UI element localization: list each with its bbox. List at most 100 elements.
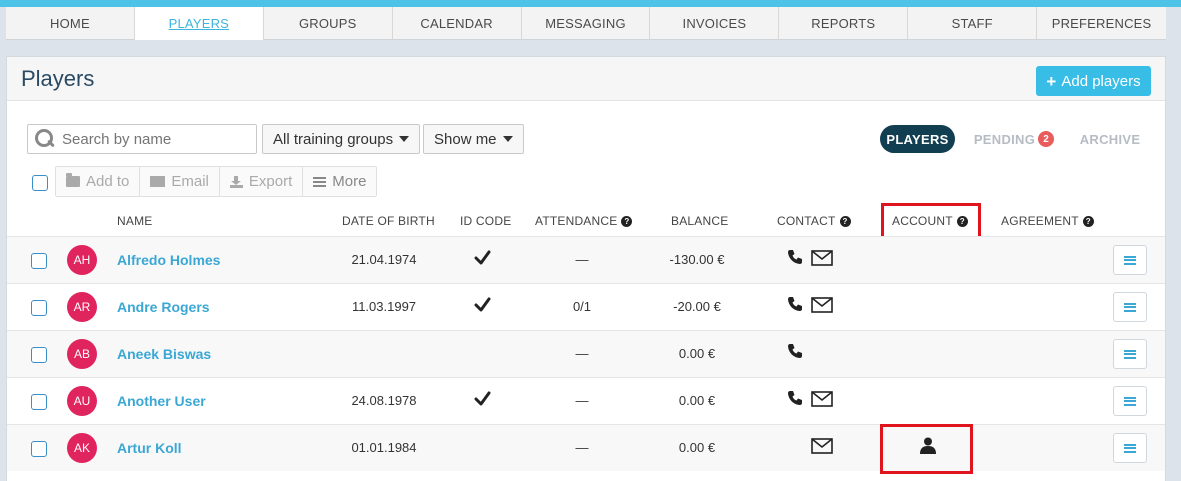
pending-count-badge: 2	[1038, 131, 1055, 147]
bars-icon	[313, 176, 327, 187]
row-checkbox[interactable]	[31, 441, 47, 457]
player-name-link[interactable]: Andre Rogers	[117, 299, 210, 315]
column-agreement-label: AGREEMENT	[1001, 214, 1079, 228]
top-accent-strip	[0, 0, 1181, 7]
highlight-account-cell	[880, 424, 973, 474]
hamburger-icon	[1124, 349, 1136, 359]
attendance-cell: —	[575, 440, 589, 455]
player-name-link[interactable]: Aneek Biswas	[117, 346, 211, 362]
more-button[interactable]: More	[303, 167, 377, 196]
attendance-cell: 0/1	[572, 299, 592, 314]
nav-tab-invoices[interactable]: INVOICES	[650, 7, 780, 40]
row-checkbox[interactable]	[31, 394, 47, 410]
column-header-dob[interactable]: DATE OF BIRTH	[342, 214, 435, 228]
nav-tab-players[interactable]: PLAYERS	[134, 7, 264, 40]
column-header-name[interactable]: NAME	[117, 214, 152, 228]
email-label: Email	[171, 173, 209, 190]
dob-cell: 24.08.1978	[351, 393, 417, 408]
table-row: AK Artur Koll 01.01.1984 — 0.00 €	[7, 424, 1165, 471]
hamburger-icon	[1124, 396, 1136, 406]
table-row: AH Alfredo Holmes 21.04.1974 — -130.00 €	[7, 236, 1165, 283]
attendance-cell: —	[575, 252, 589, 267]
add-players-button[interactable]: + Add players	[1036, 66, 1151, 96]
players-card: Players + Add players All training group…	[6, 56, 1166, 481]
show-me-dropdown[interactable]: Show me	[423, 124, 524, 154]
training-groups-dropdown[interactable]: All training groups	[262, 124, 421, 154]
avatar: AH	[67, 245, 97, 275]
question-circle-icon[interactable]: ?	[621, 215, 633, 227]
row-menu-button[interactable]	[1113, 339, 1147, 369]
question-circle-icon[interactable]: ?	[1082, 215, 1094, 227]
attendance-cell: —	[575, 393, 589, 408]
checkmark-icon	[474, 249, 491, 266]
search-box[interactable]	[27, 124, 257, 154]
view-tab-pending[interactable]: PENDING 2	[973, 125, 1055, 153]
nav-tab-reports[interactable]: REPORTS	[779, 7, 909, 40]
column-balance-label: BALANCE	[671, 214, 729, 228]
table-row: AU Another User 24.08.1978 — 0.00 €	[7, 377, 1165, 424]
balance-cell: 0.00 €	[678, 346, 716, 361]
nav-tab-staff[interactable]: STAFF	[908, 7, 1038, 40]
avatar: AB	[67, 339, 97, 369]
dob-cell: 01.01.1984	[351, 440, 417, 455]
column-header-contact[interactable]: CONTACT?	[777, 214, 851, 228]
player-name-link[interactable]: Artur Koll	[117, 440, 182, 456]
card-header: Players + Add players	[7, 57, 1165, 101]
column-name-label: NAME	[117, 214, 153, 228]
row-menu-button[interactable]	[1113, 386, 1147, 416]
balance-cell: 0.00 €	[678, 393, 716, 408]
column-attendance-label: ATTENDANCE	[535, 214, 618, 228]
phone-icon[interactable]	[787, 296, 803, 312]
nav-tab-preferences[interactable]: PREFERENCES	[1037, 7, 1166, 40]
caret-down-icon	[399, 136, 410, 142]
nav-tab-calendar[interactable]: CALENDAR	[393, 7, 522, 40]
column-header-id-code[interactable]: ID CODE	[460, 214, 511, 228]
row-menu-button[interactable]	[1113, 433, 1147, 463]
row-checkbox[interactable]	[31, 300, 47, 316]
main-nav: HOME PLAYERS GROUPS CALENDAR MESSAGING I…	[6, 7, 1166, 40]
page-title: Players	[21, 66, 95, 91]
phone-icon[interactable]	[787, 343, 803, 359]
avatar: AR	[67, 292, 97, 322]
envelope-icon[interactable]	[811, 391, 833, 407]
nav-tab-messaging[interactable]: MESSAGING	[522, 7, 651, 40]
envelope-icon[interactable]	[811, 297, 833, 313]
envelope-icon[interactable]	[811, 438, 833, 454]
checkmark-icon	[474, 390, 491, 407]
column-header-attendance[interactable]: ATTENDANCE?	[535, 214, 633, 228]
download-icon	[229, 175, 243, 188]
add-players-label: Add players	[1061, 72, 1141, 90]
column-header-agreement[interactable]: AGREEMENT?	[1001, 214, 1094, 228]
envelope-icon[interactable]	[811, 250, 833, 266]
export-label: Export	[248, 173, 293, 190]
checkmark-icon	[474, 296, 491, 313]
row-checkbox[interactable]	[31, 253, 47, 269]
select-all-checkbox[interactable]	[32, 175, 48, 191]
avatar: AU	[67, 386, 97, 416]
row-menu-button[interactable]	[1113, 292, 1147, 322]
balance-cell: 0.00 €	[678, 440, 716, 455]
player-name-link[interactable]: Alfredo Holmes	[117, 252, 220, 268]
training-groups-label: All training groups	[273, 130, 394, 148]
add-to-button[interactable]: Add to	[56, 167, 141, 196]
hamburger-icon	[1124, 443, 1136, 453]
export-button[interactable]: Export	[219, 167, 304, 196]
nav-tab-home[interactable]: HOME	[6, 7, 135, 40]
hamburger-icon	[1124, 255, 1136, 265]
envelope-icon	[150, 176, 166, 187]
view-tab-archive[interactable]: ARCHIVE	[1075, 125, 1145, 153]
nav-tab-groups[interactable]: GROUPS	[264, 7, 393, 40]
row-menu-button[interactable]	[1113, 245, 1147, 275]
phone-icon[interactable]	[787, 390, 803, 406]
search-input[interactable]	[62, 130, 252, 148]
column-header-balance[interactable]: BALANCE	[671, 214, 728, 228]
row-checkbox[interactable]	[31, 347, 47, 363]
phone-icon[interactable]	[787, 249, 803, 265]
caret-down-icon	[502, 136, 513, 142]
email-button[interactable]: Email	[140, 167, 220, 196]
question-circle-icon[interactable]: ?	[839, 215, 851, 227]
balance-cell: -130.00 €	[669, 252, 725, 267]
pending-label: PENDING	[973, 131, 1036, 147]
view-tab-players[interactable]: PLAYERS	[880, 125, 955, 153]
player-name-link[interactable]: Another User	[117, 393, 206, 409]
